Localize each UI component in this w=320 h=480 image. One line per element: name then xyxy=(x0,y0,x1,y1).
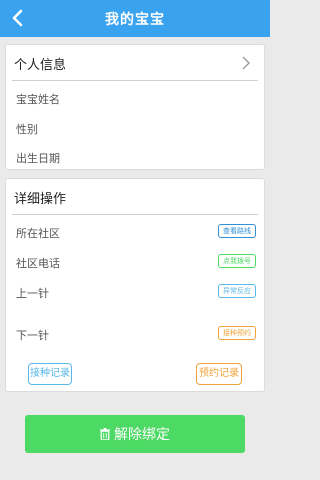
appointment-record-button[interactable]: 预约记录 xyxy=(196,363,242,385)
personal-info-card: 个人信息 宝宝姓名 性别 出生日期 xyxy=(5,44,265,170)
divider xyxy=(12,214,258,215)
vaccination-appointment-button[interactable]: 接种预约 xyxy=(218,326,256,340)
dial-button[interactable]: 点我拨号 xyxy=(218,254,256,268)
detail-actions-card: 详细操作 所在社区 查看路线 社区电话 点我拨号 上一针 异常反应 下一针 接种… xyxy=(5,178,265,392)
community-label: 所在社区 xyxy=(16,227,60,240)
community-phone-label: 社区电话 xyxy=(16,257,60,270)
unbind-button[interactable]: 解除绑定 xyxy=(25,415,245,453)
birth-date-label: 出生日期 xyxy=(16,152,60,165)
top-bar: 我的宝宝 xyxy=(0,0,270,37)
gender-label: 性别 xyxy=(16,123,38,136)
personal-info-heading: 个人信息 xyxy=(14,57,67,73)
page-title: 我的宝宝 xyxy=(105,11,165,28)
back-button[interactable] xyxy=(4,5,30,31)
chevron-right-icon xyxy=(242,56,250,70)
detail-actions-heading: 详细操作 xyxy=(14,191,67,207)
unbind-label: 解除绑定 xyxy=(114,427,170,443)
chevron-left-icon xyxy=(12,9,23,27)
baby-name-label: 宝宝姓名 xyxy=(16,93,60,106)
view-route-button[interactable]: 查看路线 xyxy=(218,224,256,238)
trash-icon xyxy=(100,428,110,440)
next-shot-label: 下一针 xyxy=(16,329,49,342)
vaccination-record-button[interactable]: 接种记录 xyxy=(28,363,72,385)
previous-shot-label: 上一针 xyxy=(16,287,49,300)
detail-actions-header: 详细操作 xyxy=(6,179,264,215)
personal-info-header[interactable]: 个人信息 xyxy=(6,45,264,81)
divider xyxy=(12,80,258,81)
adverse-reaction-button[interactable]: 异常反应 xyxy=(218,284,256,298)
